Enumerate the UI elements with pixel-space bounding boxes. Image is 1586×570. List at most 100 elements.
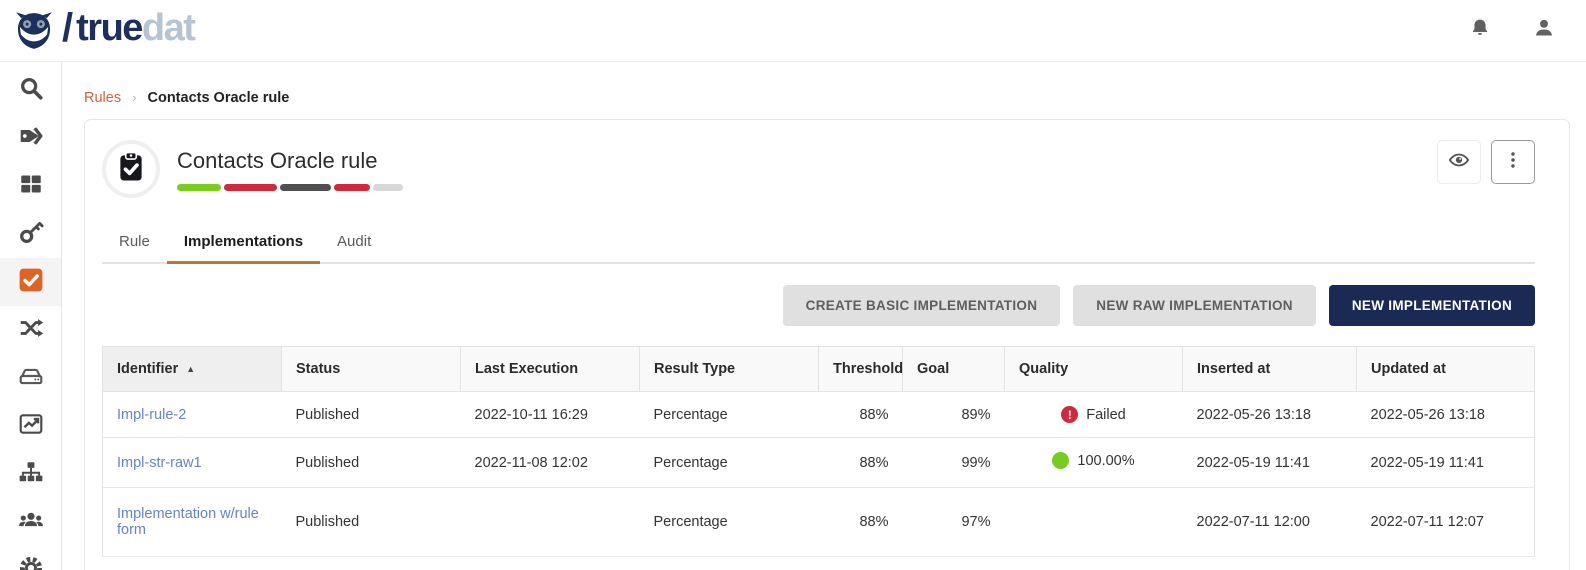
more-options-button[interactable] (1491, 140, 1535, 184)
implementation-link[interactable]: Impl-rule-2 (117, 407, 186, 423)
sidebar-item-groups[interactable] (0, 498, 61, 546)
updated-at-cell: 2022-05-26 13:18 (1357, 392, 1535, 438)
updated-at-cell: 2022-07-11 12:07 (1357, 488, 1535, 557)
breadcrumb-rules-link[interactable]: Rules (84, 90, 121, 106)
quality-bar-segment (177, 184, 221, 191)
sidebar-item-quality-rules[interactable] (0, 258, 61, 306)
last-execution-cell: 2022-11-08 12:02 (461, 438, 640, 488)
sitemap-icon (18, 459, 44, 490)
grid-icon (18, 171, 44, 202)
column-header-last-execution[interactable]: Last Execution (461, 347, 640, 392)
sidebar-nav (0, 62, 62, 570)
threshold-cell: 88% (819, 488, 903, 557)
page-title: Contacts Oracle rule (177, 148, 403, 174)
inserted-at-cell: 2022-05-26 13:18 (1183, 392, 1357, 438)
tags-icon (18, 123, 44, 154)
breadcrumb-current: Contacts Oracle rule (147, 90, 289, 106)
quality-bar-segment (280, 184, 331, 191)
status-cell: Published (282, 392, 461, 438)
implementations-table: Identifier Status Last Execution Result … (102, 346, 1535, 557)
top-bar: / truedat (0, 0, 1586, 62)
shuffle-icon (18, 315, 44, 346)
column-header-identifier[interactable]: Identifier (103, 347, 282, 392)
last-execution-cell (461, 488, 640, 557)
quality-cell: 100.00% (1005, 438, 1183, 488)
bell-icon (1469, 17, 1491, 44)
status-cell: Published (282, 438, 461, 488)
tab-rule[interactable]: Rule (102, 222, 167, 262)
quality-summary-bar (177, 184, 403, 191)
logo-slash: / (62, 6, 73, 51)
new-raw-implementation-button[interactable]: NEW RAW IMPLEMENTATION (1073, 285, 1316, 326)
search-icon (18, 75, 44, 106)
last-execution-cell: 2022-10-11 16:29 (461, 392, 640, 438)
owl-logo-icon (12, 9, 56, 53)
breadcrumb: Rules › Contacts Oracle rule (84, 90, 1570, 106)
gear-icon (18, 555, 44, 570)
eye-icon (1448, 149, 1470, 176)
users-icon (18, 507, 44, 538)
sidebar-item-lineage[interactable] (0, 306, 61, 354)
watch-rule-button[interactable] (1437, 140, 1481, 184)
column-header-result-type[interactable]: Result Type (640, 347, 819, 392)
sort-asc-icon (178, 361, 195, 377)
column-header-goal[interactable]: Goal (903, 347, 1005, 392)
quality-cell: Failed (1005, 392, 1183, 438)
key-icon (18, 219, 44, 250)
tab-audit[interactable]: Audit (320, 222, 388, 262)
rule-avatar (102, 140, 160, 198)
implementation-link[interactable]: Implementation w/rule form (117, 506, 259, 538)
sidebar-item-search[interactable] (0, 66, 61, 114)
table-row: Implementation w/rule form Published Per… (103, 488, 1535, 557)
sidebar-item-data-structures[interactable] (0, 354, 61, 402)
clipboard-check-icon (114, 150, 148, 189)
chart-line-icon (18, 411, 44, 442)
new-implementation-button[interactable]: NEW IMPLEMENTATION (1329, 285, 1535, 326)
chevron-right-icon: › (132, 90, 136, 105)
truedat-logo[interactable]: / truedat (12, 6, 194, 55)
table-row: Impl-rule-2 Published 2022-10-11 16:29 P… (103, 392, 1535, 438)
failed-icon (1061, 406, 1078, 423)
column-header-status[interactable]: Status (282, 347, 461, 392)
kebab-icon (1502, 149, 1524, 176)
implementation-link[interactable]: Impl-str-raw1 (117, 455, 202, 471)
create-basic-implementation-button[interactable]: CREATE BASIC IMPLEMENTATION (783, 285, 1061, 326)
quality-bar-segment (334, 184, 370, 191)
goal-cell: 97% (903, 488, 1005, 557)
column-header-threshold[interactable]: Threshold (819, 347, 903, 392)
inserted-at-cell: 2022-05-19 11:41 (1183, 438, 1357, 488)
status-cell: Published (282, 488, 461, 557)
updated-at-cell: 2022-05-19 11:41 (1357, 438, 1535, 488)
inserted-at-cell: 2022-07-11 12:00 (1183, 488, 1357, 557)
account-button[interactable] (1530, 17, 1558, 45)
user-icon (1533, 17, 1555, 44)
quality-bar-segment (373, 184, 403, 191)
table-row: Impl-str-raw1 Published 2022-11-08 12:02… (103, 438, 1535, 488)
rule-card: Contacts Oracle rule (84, 119, 1570, 570)
rule-tabs: Rule Implementations Audit (102, 222, 1535, 264)
hard-drive-icon (18, 363, 44, 394)
notifications-button[interactable] (1466, 17, 1494, 45)
sidebar-item-analytics[interactable] (0, 402, 61, 450)
implementation-actions: CREATE BASIC IMPLEMENTATION NEW RAW IMPL… (102, 285, 1535, 326)
result-type-cell: Percentage (640, 488, 819, 557)
quality-bar-segment (224, 184, 277, 191)
tab-implementations[interactable]: Implementations (167, 222, 320, 264)
column-header-inserted-at[interactable]: Inserted at (1183, 347, 1357, 392)
goal-cell: 89% (903, 392, 1005, 438)
table-header-row: Identifier Status Last Execution Result … (103, 347, 1535, 392)
check-square-icon (18, 267, 44, 298)
result-type-cell: Percentage (640, 392, 819, 438)
sidebar-item-permissions[interactable] (0, 210, 61, 258)
column-header-updated-at[interactable]: Updated at (1357, 347, 1535, 392)
sidebar-item-dashboard[interactable] (0, 162, 61, 210)
sidebar-item-settings[interactable] (0, 546, 61, 570)
result-type-cell: Percentage (640, 438, 819, 488)
sidebar-item-hierarchies[interactable] (0, 450, 61, 498)
sidebar-item-taxonomy[interactable] (0, 114, 61, 162)
success-dot-icon (1052, 452, 1069, 469)
threshold-cell: 88% (819, 392, 903, 438)
quality-cell (1005, 488, 1183, 557)
threshold-cell: 88% (819, 438, 903, 488)
column-header-quality[interactable]: Quality (1005, 347, 1183, 392)
